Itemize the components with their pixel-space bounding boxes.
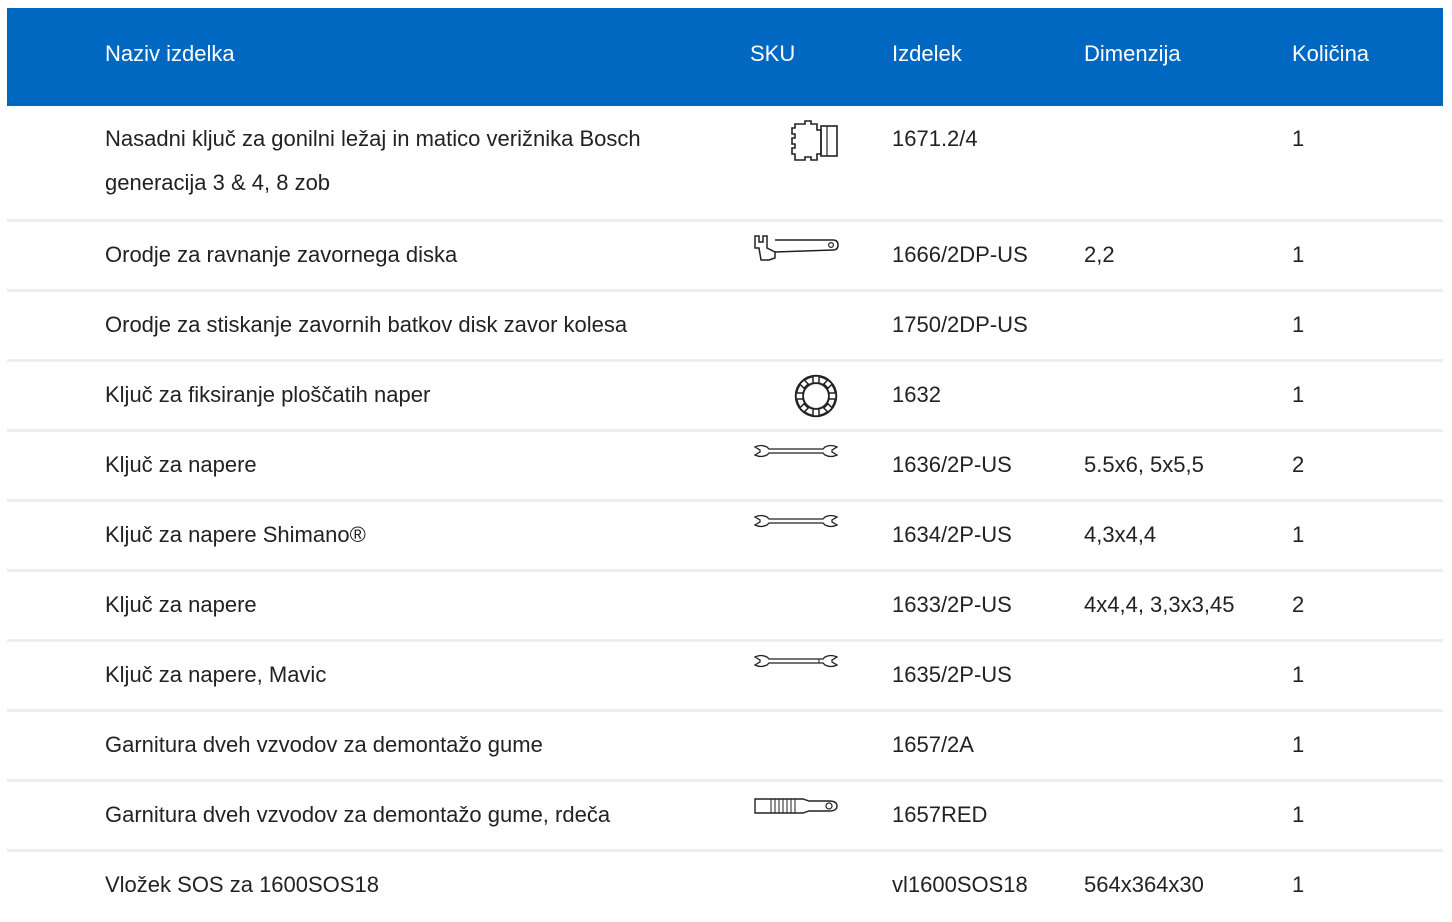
product-code: vl1600SOS18 <box>892 872 1028 897</box>
product-code: 1636/2P-US <box>892 452 1012 477</box>
product-dimension: 4,3x4,4 <box>1084 522 1157 547</box>
product-quantity: 1 <box>1292 242 1305 267</box>
product-quantity: 1 <box>1292 382 1305 407</box>
table-row: Garnitura dveh vzvodov za demontažo gume… <box>7 712 1443 782</box>
header-dimension[interactable]: Dimenzija <box>1084 8 1181 106</box>
product-quantity: 2 <box>1292 592 1305 617</box>
table-row: Ključ za fiksiranje ploščatih naper 1632… <box>7 362 1443 432</box>
product-name: Ključ za napere, Mavic <box>105 662 327 687</box>
tire-lever-icon <box>749 796 839 816</box>
product-name: Ključ za napere Shimano® <box>105 522 366 547</box>
product-code: 1633/2P-US <box>892 592 1012 617</box>
table-row: Orodje za ravnanje zavornega diska 1666/… <box>7 222 1443 292</box>
product-quantity: 1 <box>1292 312 1305 337</box>
product-quantity: 1 <box>1292 662 1305 687</box>
header-product[interactable]: Izdelek <box>892 8 962 106</box>
product-code: 1657RED <box>892 802 988 827</box>
product-dimension: 4x4,4, 3,3x3,45 <box>1084 592 1235 617</box>
product-name: Vložek SOS za 1600SOS18 <box>105 872 379 897</box>
product-code: 1666/2DP-US <box>892 242 1028 267</box>
spoke-wrench-icon <box>749 653 839 669</box>
product-quantity: 1 <box>1292 522 1305 547</box>
product-code: 1750/2DP-US <box>892 312 1028 337</box>
table-row: Ključ za napere, Mavic 1635/2P-US 1 <box>7 642 1443 712</box>
product-quantity: 1 <box>1292 732 1305 757</box>
product-name: Garnitura dveh vzvodov za demontažo gume… <box>105 802 611 827</box>
header-quantity[interactable]: Količina <box>1292 8 1369 106</box>
product-code: 1634/2P-US <box>892 522 1012 547</box>
product-quantity: 1 <box>1292 872 1305 897</box>
table-header: Naziv izdelka SKU Izdelek Dimenzija Koli… <box>7 8 1443 106</box>
product-dimension: 564x364x30 <box>1084 872 1204 897</box>
table-row: Vložek SOS za 1600SOS18 vl1600SOS18 564x… <box>7 852 1443 922</box>
product-quantity: 2 <box>1292 452 1305 477</box>
table-row: Ključ za napere Shimano® 1634/2P-US 4,3x… <box>7 502 1443 572</box>
product-name: Orodje za ravnanje zavornega diska <box>105 242 458 267</box>
table-row: Ključ za napere 1636/2P-US 5.5x6, 5x5,5 … <box>7 432 1443 502</box>
table-row: Garnitura dveh vzvodov za demontažo gume… <box>7 782 1443 852</box>
product-code: 1657/2A <box>892 732 974 757</box>
product-name: Orodje za stiskanje zavornih batkov disk… <box>105 312 628 337</box>
product-name: Nasadni ključ za gonilni ležaj in matico… <box>105 126 641 195</box>
header-name[interactable]: Naziv izdelka <box>105 8 235 106</box>
spoke-wrench-icon <box>749 513 839 529</box>
product-quantity: 1 <box>1292 126 1305 151</box>
product-name: Ključ za fiksiranje ploščatih naper <box>105 382 431 407</box>
product-code: 1635/2P-US <box>892 662 1012 687</box>
product-dimension: 5.5x6, 5x5,5 <box>1084 452 1204 477</box>
spoke-holder-icon <box>749 373 839 419</box>
product-dimension: 2,2 <box>1084 242 1115 267</box>
product-name: Ključ za napere <box>105 452 257 477</box>
socket-wrench-icon <box>749 120 839 162</box>
table-row: Ključ za napere 1633/2P-US 4x4,4, 3,3x3,… <box>7 572 1443 642</box>
product-code: 1671.2/4 <box>892 126 978 151</box>
product-code: 1632 <box>892 382 941 407</box>
table-row: Nasadni ključ za gonilni ležaj in matico… <box>7 106 1443 222</box>
table-row: Orodje za stiskanje zavornih batkov disk… <box>7 292 1443 362</box>
product-quantity: 1 <box>1292 802 1305 827</box>
product-name: Ključ za napere <box>105 592 257 617</box>
header-sku[interactable]: SKU <box>750 8 795 106</box>
product-table: Naziv izdelka SKU Izdelek Dimenzija Koli… <box>7 8 1443 922</box>
spoke-wrench-icon <box>749 443 839 459</box>
product-name: Garnitura dveh vzvodov za demontažo gume <box>105 732 543 757</box>
disc-straightener-icon <box>749 232 839 264</box>
